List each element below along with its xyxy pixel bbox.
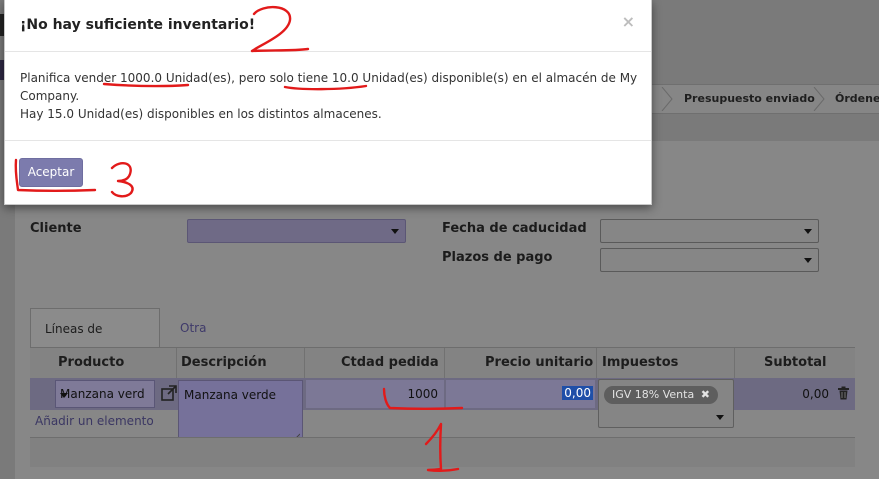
table-footer [30,437,855,467]
tax-tag-label: IGV 18% Venta [612,388,695,401]
column-header-impuestos[interactable]: Impuestos [602,348,678,378]
add-line-link[interactable]: Añadir un elemento [35,414,154,428]
dialog-header: ¡No hay suficiente inventario! × [5,0,651,52]
plazos-pago-select[interactable] [600,248,819,272]
status-step-presupuesto-enviado[interactable]: Presupuesto enviado [684,85,815,113]
table-header: Producto Descripción Ctdad pedida Precio… [30,348,855,378]
precio-input[interactable]: 0,00 [446,380,595,408]
column-header-precio[interactable]: Precio unitario [485,348,593,378]
fecha-caducidad-select[interactable] [600,219,819,243]
column-header-producto[interactable]: Producto [58,348,124,378]
external-link-icon[interactable] [160,384,178,402]
chevron-right-icon [813,87,825,111]
fecha-caducidad-label: Fecha de caducidad [442,221,587,236]
remove-tag-icon[interactable]: ✖ [701,388,710,401]
descripcion-textarea[interactable]: Manzana verde [178,380,303,444]
subtotal-value: 0,00 [802,387,829,401]
accept-button[interactable]: Aceptar [19,158,83,187]
plazos-pago-label: Plazos de pago [442,250,553,265]
descripcion-value: Manzana verde [184,388,276,402]
cantidad-value: 1000 [407,387,438,401]
dialog-message-line1: Planifica vender 1000.0 Unidad(es), pero… [20,71,638,103]
tax-tag: IGV 18% Venta ✖ [604,386,718,404]
cliente-label: Cliente [30,221,82,236]
chevron-down-icon [716,415,724,420]
column-header-subtotal[interactable]: Subtotal [764,348,827,378]
insufficient-stock-dialog: ¡No hay suficiente inventario! × Planifi… [4,0,652,205]
cliente-select[interactable] [187,219,406,243]
column-separator [304,348,305,378]
tab-otra-informacion[interactable]: Otra información [166,308,265,375]
producto-value: Manzana verd [60,387,145,401]
column-header-cantidad[interactable]: Ctdad pedida [341,348,439,378]
status-bar: Presupuesto enviado Órdenes [652,84,879,114]
cantidad-input[interactable]: 1000 [306,380,444,408]
column-separator [176,348,177,378]
impuestos-field[interactable]: IGV 18% Venta ✖ [598,379,734,428]
column-separator [596,348,597,378]
status-step-ordenes[interactable]: Órdenes [835,85,879,113]
chevron-down-icon [391,229,399,234]
column-separator [734,348,735,378]
close-icon[interactable]: × [622,12,635,31]
column-separator [444,348,445,378]
dialog-body: Planifica vender 1000.0 Unidad(es), pero… [20,69,640,123]
trash-icon[interactable] [837,386,850,400]
dialog-message-line2: Hay 15.0 Unidad(es) disponibles en los d… [20,107,382,121]
chevron-down-icon [60,393,68,398]
producto-select[interactable]: Manzana verd [55,380,155,408]
dialog-footer: Aceptar [5,140,651,205]
dialog-title: ¡No hay suficiente inventario! [20,17,256,33]
column-header-descripcion[interactable]: Descripción [181,348,267,378]
chevron-right-icon [661,87,673,111]
precio-value: 0,00 [562,386,593,400]
tab-lineas-pedido[interactable]: Líneas de Pedido [30,308,160,376]
chevron-down-icon [804,229,812,234]
chevron-down-icon [804,258,812,263]
